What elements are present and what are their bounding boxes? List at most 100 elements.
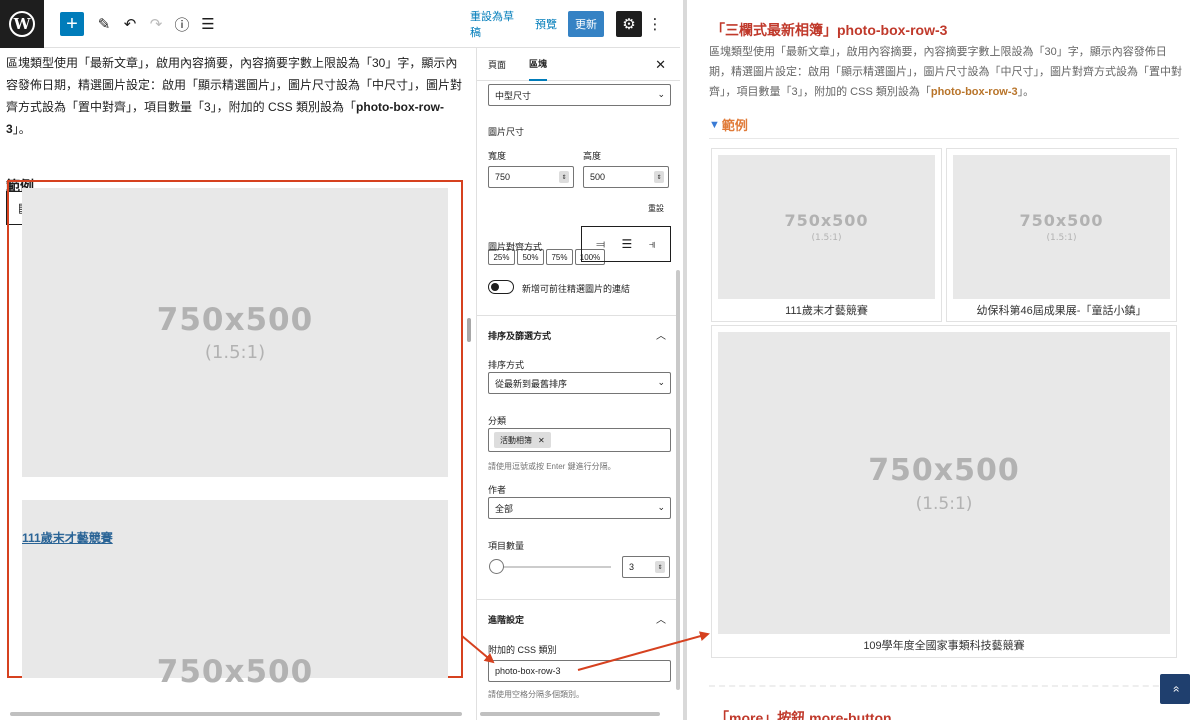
chevron-up-icon[interactable]: ︿ <box>656 327 666 342</box>
wordpress-logo[interactable]: W <box>0 0 44 48</box>
pencil-icon[interactable]: ✎ <box>94 12 114 36</box>
frontend-desc-end: 」。 <box>1017 86 1035 98</box>
css-class-value: photo-box-row-3 <box>495 666 561 676</box>
item-count-input[interactable]: 3 ⇕ <box>622 556 670 578</box>
card-caption[interactable]: 111歲末才藝競賽 <box>712 302 941 318</box>
author-select[interactable]: 全部 ⌄ <box>488 497 671 519</box>
add-block-button[interactable]: + <box>60 12 84 36</box>
spinner-icon[interactable]: ⇕ <box>559 171 569 183</box>
remove-token-icon[interactable]: ✕ <box>538 436 545 445</box>
latest-posts-block-selected[interactable]: 750x500 (1.5:1) 750x500 <box>7 180 463 690</box>
item-count-slider-thumb[interactable] <box>489 559 504 574</box>
photo-card[interactable]: 750x500 (1.5:1) 109學年度全國家事類科技藝競賽 <box>711 325 1177 658</box>
card-image-placeholder[interactable]: 750x500 (1.5:1) <box>718 332 1170 634</box>
image-size-select[interactable]: 中型尺寸 ⌄ <box>488 84 671 106</box>
sorting-section-title[interactable]: 排序及篩選方式 <box>488 329 551 342</box>
placeholder-ratio-text: (1.5:1) <box>915 493 973 514</box>
sidebar-horizontal-scrollbar[interactable] <box>480 712 660 716</box>
next-section-title: 「more」按鈕 more-button <box>715 710 892 720</box>
card-image-placeholder[interactable]: 750x500 (1.5:1) <box>953 155 1170 299</box>
update-button[interactable]: 更新 <box>568 11 604 37</box>
placeholder-size-text: 750x500 <box>1019 211 1104 230</box>
frontend-section-title: 「三欄式最新相簿」photo-box-row-3 <box>711 22 948 38</box>
spinner-icon[interactable]: ⇕ <box>654 171 664 183</box>
placeholder-size-text: 750x500 <box>156 302 314 338</box>
align-left-icon[interactable]: ⫤ <box>596 237 605 252</box>
height-value: 500 <box>590 172 606 182</box>
category-help-text: 請使用逗號或按 Enter 鍵進行分隔。 <box>488 462 616 471</box>
image-dimensions-label: 圖片尺寸 <box>488 127 525 137</box>
save-draft-button[interactable]: 重設為草稿 <box>470 11 522 39</box>
placeholder-ratio-text: (1.5:1) <box>204 342 266 363</box>
card-image-placeholder[interactable]: 750x500 (1.5:1) <box>718 155 935 299</box>
chevron-down-icon: ⌄ <box>657 502 665 512</box>
item-count-slider-track[interactable] <box>491 566 611 568</box>
frontend-dashed-divider <box>709 685 1179 687</box>
image-size-value: 中型尺寸 <box>495 90 532 101</box>
settings-gear-icon[interactable]: ⚙ <box>616 11 642 37</box>
height-input[interactable]: 500 ⇕ <box>583 166 669 188</box>
reset-button[interactable]: 重設 <box>648 203 664 214</box>
featured-image-placeholder[interactable]: 750x500 <box>22 500 448 690</box>
frontend-divider <box>709 138 1179 139</box>
placeholder-ratio-text: (1.5:1) <box>1046 233 1077 243</box>
align-right-icon[interactable]: ⫣ <box>649 237 656 252</box>
width-input[interactable]: 750 ⇕ <box>488 166 574 188</box>
post-title-link[interactable]: 111歲末才藝競賽 <box>22 529 113 546</box>
advanced-section-title[interactable]: 進階設定 <box>488 613 524 626</box>
card-caption[interactable]: 幼保科第46屆成果展-「童話小鎮」 <box>947 302 1176 318</box>
tab-page[interactable]: 頁面 <box>488 48 506 81</box>
item-count-label: 項目數量 <box>488 541 525 551</box>
more-options-icon[interactable]: ⋮ <box>648 12 663 36</box>
css-class-help-text: 請使用空格分隔多個類別。 <box>488 690 584 699</box>
editor-intro-paragraph[interactable]: 區塊類型使用「最新文章」，啟用內容摘要，內容摘要字數上限設為「30」字，顯示內容… <box>6 52 462 140</box>
sidebar-scrollbar[interactable] <box>676 270 680 690</box>
editor-scrollbar[interactable] <box>467 318 471 342</box>
undo-icon[interactable]: ↶ <box>120 12 140 36</box>
author-value: 全部 <box>495 503 514 514</box>
pct-75-button[interactable]: 75% <box>546 249 573 265</box>
category-token-label: 活動相簿 <box>500 435 532 445</box>
list-view-icon[interactable]: ☰ <box>198 12 218 36</box>
featured-image-link-toggle[interactable] <box>488 280 514 294</box>
placeholder-size-text: 750x500 <box>156 654 314 690</box>
close-icon[interactable]: ✕ <box>655 57 666 73</box>
photo-card[interactable]: 750x500 (1.5:1) 111歲末才藝競賽 <box>711 148 942 322</box>
wordpress-icon: W <box>9 10 35 37</box>
frontend-example-label: 範例 <box>721 118 748 133</box>
css-class-label: 附加的 CSS 類別 <box>488 645 557 655</box>
sidebar-tabs: 頁面 區塊 ✕ <box>477 48 680 81</box>
info-icon[interactable]: ⓘ <box>172 12 192 36</box>
block-settings-sidebar: 頁面 區塊 ✕ 中型尺寸 ⌄ 圖片尺寸 寬度 高度 750 ⇕ 500 ⇕ 25% 5… <box>476 48 680 720</box>
featured-image-link-label: 新增可前往精選圖片的連結 <box>522 284 631 294</box>
frontend-desc-class: photo-box-row-3 <box>930 86 1018 98</box>
image-align-group: ⫤ ☰ ⫣ <box>581 226 671 262</box>
image-align-label: 圖片對齊方式 <box>488 242 543 252</box>
align-center-icon[interactable]: ☰ <box>622 237 633 251</box>
tab-block[interactable]: 區塊 <box>529 48 548 81</box>
preview-button[interactable]: 預覽 <box>534 12 558 36</box>
section-divider <box>477 315 680 316</box>
css-class-input[interactable]: photo-box-row-3 <box>488 660 671 682</box>
double-chevron-up-icon: » <box>1168 685 1182 693</box>
back-to-top-button[interactable]: » <box>1160 674 1190 704</box>
redo-icon[interactable]: ↷ <box>146 12 166 36</box>
photo-card[interactable]: 750x500 (1.5:1) 幼保科第46屆成果展-「童話小鎮」 <box>946 148 1177 322</box>
spinner-icon[interactable]: ⇕ <box>655 561 665 573</box>
author-label: 作者 <box>488 485 507 495</box>
placeholder-ratio-text: (1.5:1) <box>811 233 842 243</box>
height-label: 高度 <box>583 151 602 161</box>
width-value: 750 <box>495 172 511 182</box>
category-token[interactable]: 活動相簿 ✕ <box>494 432 551 448</box>
order-select[interactable]: 從最新到最舊排序 ⌄ <box>488 372 671 394</box>
placeholder-size-text: 750x500 <box>784 211 869 230</box>
category-label: 分類 <box>488 416 507 426</box>
category-token-field[interactable]: 活動相簿 ✕ <box>488 428 671 452</box>
card-caption[interactable]: 109學年度全國家事類科技藝競賽 <box>712 637 1176 653</box>
triangle-down-icon: ▼ <box>709 118 720 131</box>
editor-horizontal-scrollbar[interactable] <box>10 712 462 716</box>
frontend-preview-panel: 「三欄式最新相簿」photo-box-row-3 區塊類型使用「最新文章」，啟用… <box>683 0 1200 720</box>
item-count-value: 3 <box>629 562 635 572</box>
chevron-up-icon[interactable]: ︿ <box>656 611 666 626</box>
featured-image-placeholder[interactable]: 750x500 (1.5:1) <box>22 188 448 477</box>
